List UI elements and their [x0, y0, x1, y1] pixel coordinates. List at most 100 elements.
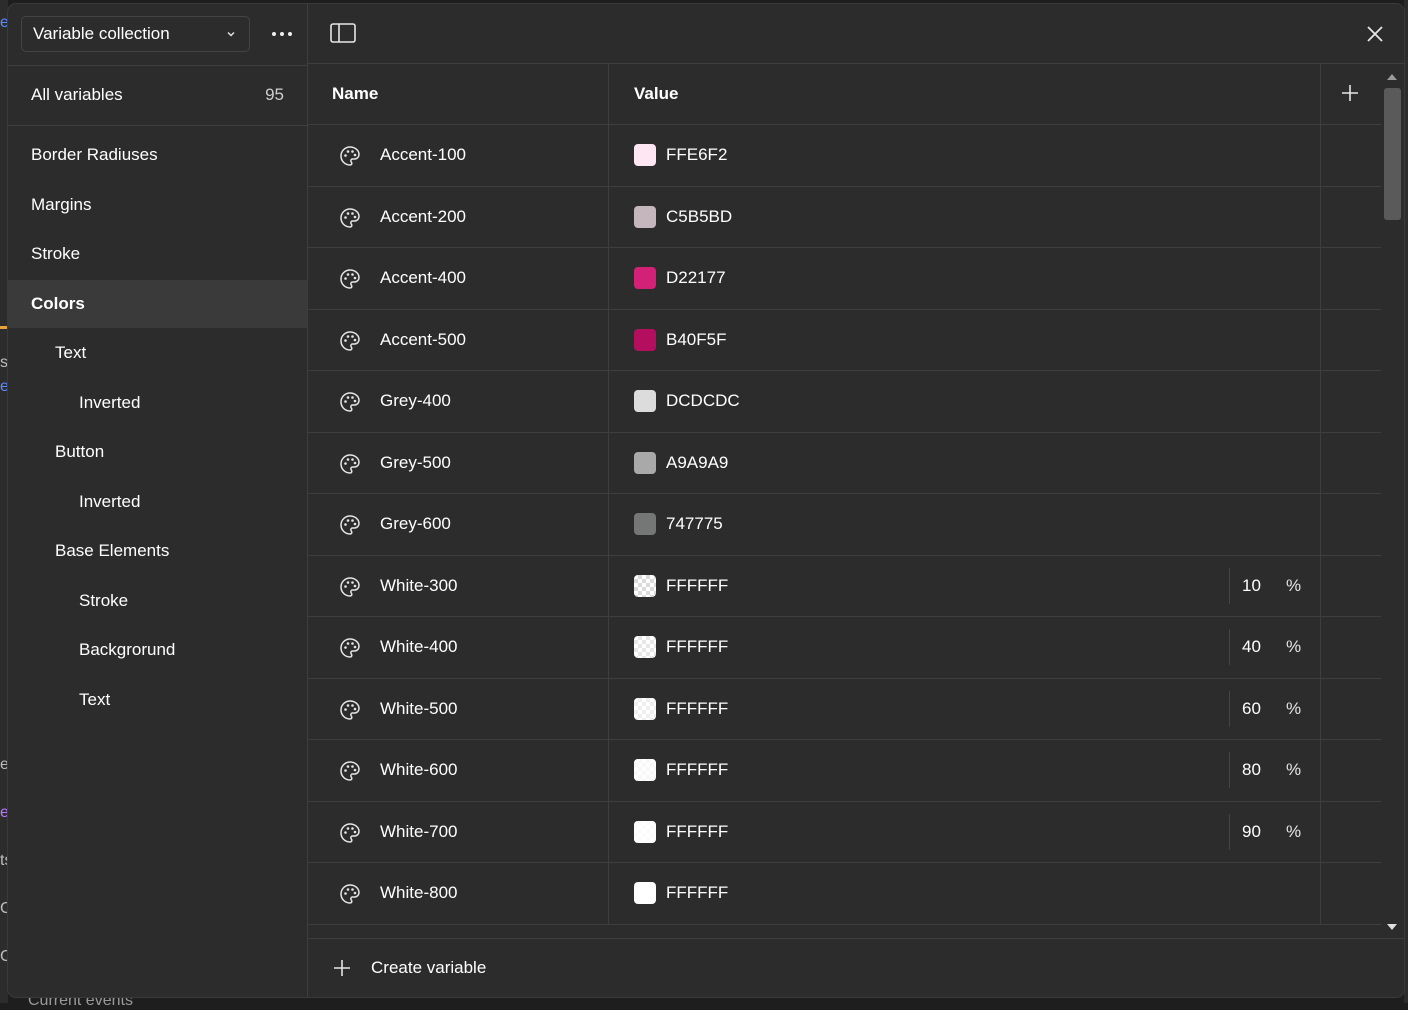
color-swatch[interactable]	[634, 328, 656, 351]
variable-name[interactable]: Grey-400	[380, 371, 451, 431]
color-hex-value[interactable]: A9A9A9	[666, 433, 728, 493]
color-swatch[interactable]	[634, 882, 656, 904]
variable-row[interactable]: Accent-100 FFE6F2	[308, 125, 1381, 187]
column-header-name[interactable]: Name	[332, 64, 378, 124]
variable-row[interactable]: Grey-400 DCDCDC	[308, 371, 1381, 433]
sidebar-group-item[interactable]: Stroke	[8, 230, 307, 278]
color-swatch[interactable]	[634, 574, 656, 597]
color-hex-value[interactable]: C5B5BD	[666, 187, 732, 247]
color-swatch[interactable]	[634, 820, 656, 843]
color-hex-value[interactable]: 747775	[666, 494, 723, 554]
variable-row[interactable]: White-700 FFFFFF 90%	[308, 801, 1381, 863]
column-divider	[608, 494, 609, 555]
color-swatch[interactable]	[634, 205, 656, 228]
palette-icon	[340, 761, 360, 781]
color-swatch[interactable]	[634, 636, 656, 658]
variable-row[interactable]: Grey-600 747775	[308, 494, 1381, 556]
variable-row[interactable]: White-800 FFFFFF	[308, 863, 1381, 925]
more-options-button[interactable]	[266, 20, 298, 48]
sidebar-group-item[interactable]: Margins	[8, 181, 307, 229]
color-hex-value[interactable]: FFE6F2	[666, 125, 727, 185]
variable-row[interactable]: Grey-500 A9A9A9	[308, 432, 1381, 494]
variable-name[interactable]: White-300	[380, 556, 457, 616]
table-header: Name Value	[308, 64, 1381, 125]
sidebar-group-item[interactable]: Backgrorund	[8, 626, 307, 674]
sidebar-group-item[interactable]: Border Radiuses	[8, 131, 307, 179]
color-hex-value[interactable]: FFFFFF	[666, 556, 728, 616]
variable-row[interactable]: Accent-200 C5B5BD	[308, 186, 1381, 248]
variable-name[interactable]: White-600	[380, 740, 457, 800]
sidebar-toggle-icon[interactable]	[330, 22, 356, 44]
palette-icon	[340, 699, 360, 720]
opacity-value[interactable]: 90	[1242, 802, 1276, 862]
sidebar-group-item[interactable]: Text	[8, 676, 307, 724]
vertical-scrollbar[interactable]	[1381, 64, 1404, 938]
variable-row[interactable]: White-500 FFFFFF 60%	[308, 678, 1381, 740]
scrollbar-thumb[interactable]	[1384, 88, 1401, 220]
all-variables-count: 95	[265, 85, 284, 104]
create-variable-button[interactable]: Create variable	[332, 939, 486, 997]
opacity-value[interactable]: 60	[1242, 679, 1276, 739]
column-divider	[1320, 186, 1321, 247]
close-icon[interactable]	[1363, 22, 1387, 46]
column-header-value[interactable]: Value	[634, 64, 678, 124]
variable-name[interactable]: Accent-400	[380, 248, 466, 308]
variable-name[interactable]: White-500	[380, 679, 457, 739]
color-swatch[interactable]	[634, 513, 656, 535]
add-mode-button[interactable]	[1338, 81, 1362, 105]
color-swatch[interactable]	[634, 451, 656, 474]
color-hex-value[interactable]: FFFFFF	[666, 740, 728, 800]
sidebar-group-item[interactable]: Base Elements	[8, 527, 307, 575]
color-hex-value[interactable]: DCDCDC	[666, 371, 740, 431]
variable-name[interactable]: Grey-600	[380, 494, 451, 554]
variable-row[interactable]: White-600 FFFFFF 80%	[308, 740, 1381, 802]
variable-name[interactable]: White-800	[380, 863, 457, 923]
sidebar-group-item[interactable]: Text	[8, 329, 307, 377]
collection-dropdown[interactable]: Variable collection	[21, 16, 250, 52]
chevron-down-icon	[227, 32, 235, 37]
variable-name[interactable]: Grey-500	[380, 433, 451, 493]
variable-name[interactable]: Accent-500	[380, 310, 466, 370]
variable-name[interactable]: White-700	[380, 802, 457, 862]
background-editor-right	[1404, 0, 1408, 1003]
sidebar-group-label: Inverted	[79, 491, 141, 511]
all-variables-item[interactable]: All variables 95	[8, 66, 307, 124]
opacity-value[interactable]: 10	[1242, 556, 1276, 616]
color-swatch[interactable]	[634, 697, 656, 720]
opacity-value[interactable]: 40	[1242, 617, 1276, 677]
column-divider	[1320, 125, 1321, 186]
color-swatch[interactable]	[634, 390, 656, 412]
sidebar-group-item[interactable]: Button	[8, 428, 307, 476]
background-accent-bar	[0, 326, 8, 329]
variable-name[interactable]: Accent-100	[380, 125, 466, 185]
color-hex-value[interactable]: D22177	[666, 248, 726, 308]
sidebar-group-item[interactable]: Stroke	[8, 577, 307, 625]
color-hex-value[interactable]: FFFFFF	[666, 617, 728, 677]
color-swatch[interactable]	[634, 759, 656, 781]
color-hex-value[interactable]: B40F5F	[666, 310, 726, 370]
scroll-up-arrow-icon[interactable]	[1387, 74, 1397, 80]
variable-name[interactable]: Accent-200	[380, 187, 466, 247]
column-divider	[608, 186, 609, 247]
column-divider	[608, 125, 609, 186]
variable-row[interactable]: White-300 FFFFFF 10%	[308, 555, 1381, 617]
palette-icon	[340, 884, 360, 904]
opacity-value[interactable]: 80	[1242, 740, 1276, 800]
color-hex-value[interactable]: FFFFFF	[666, 679, 728, 739]
variable-row[interactable]: Accent-500 B40F5F	[308, 309, 1381, 371]
color-hex-value[interactable]: FFFFFF	[666, 802, 728, 862]
sidebar-group-label: Inverted	[79, 392, 141, 412]
sidebar-group-item[interactable]: Colors	[8, 279, 307, 328]
color-swatch[interactable]	[634, 267, 656, 289]
variable-row[interactable]: White-400 FFFFFF 40%	[308, 617, 1381, 679]
opacity-divider	[1229, 629, 1230, 665]
color-swatch[interactable]	[634, 144, 656, 166]
opacity-percent-sign: %	[1286, 698, 1302, 718]
variable-row[interactable]: Accent-400 D22177	[308, 248, 1381, 310]
sidebar-group-label: Button	[55, 442, 105, 461]
variable-name[interactable]: White-400	[380, 617, 457, 677]
sidebar-group-item[interactable]: Inverted	[8, 379, 307, 427]
color-hex-value[interactable]: FFFFFF	[666, 863, 728, 923]
scroll-down-arrow-icon[interactable]	[1387, 924, 1397, 930]
sidebar-group-item[interactable]: Inverted	[8, 478, 307, 526]
